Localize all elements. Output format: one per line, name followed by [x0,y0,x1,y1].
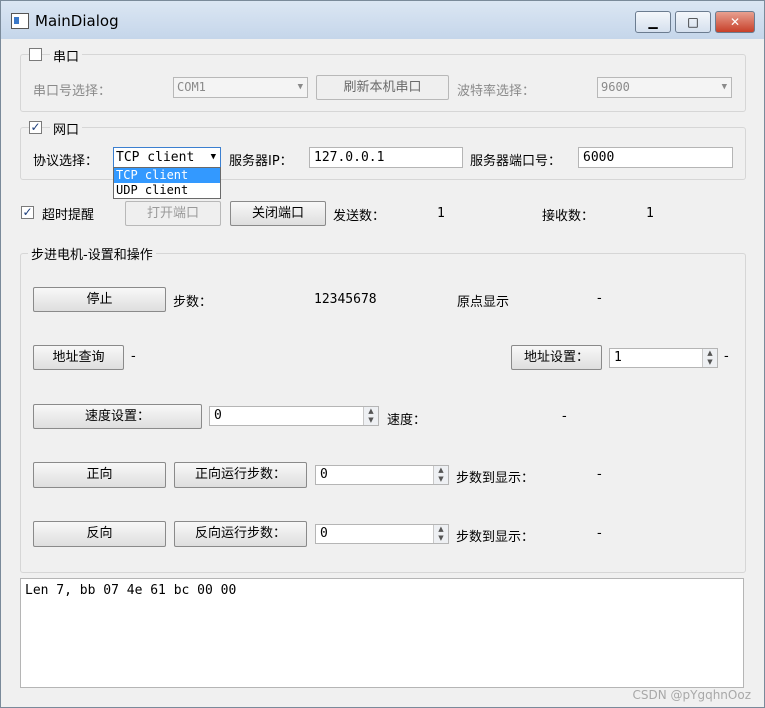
server-ip-field[interactable]: 127.0.0.1 [309,147,463,168]
reverse-steps-spinbox[interactable]: 0 ▲ ▼ [315,524,449,544]
addr-query-button[interactable]: 地址查询 [33,345,124,370]
forward-reach-label: 步数到显示： [456,471,535,486]
server-ip-label: 服务器IP： [229,154,293,169]
speed-value: - [562,409,567,424]
forward-steps-spinbox[interactable]: 0 ▲ ▼ [315,465,449,485]
recv-count-label: 接收数： [542,209,595,224]
baud-rate-select[interactable]: 9600 ▼ [597,77,732,98]
origin-label: 原点显示 [457,295,510,310]
chevron-down-icon: ▼ [210,152,216,162]
spin-down-icon[interactable]: ▼ [434,534,448,543]
motor-group-title: 步进电机-设置和操作 [28,244,156,263]
forward-steps-button[interactable]: 正向运行步数： [174,462,307,488]
window-title: MainDialog [35,12,119,30]
origin-value: - [597,291,602,306]
serial-port-select[interactable]: COM1 ▼ [173,77,308,98]
reverse-steps-button[interactable]: 反向运行步数： [174,521,307,547]
spin-up-icon[interactable]: ▲ [364,407,378,416]
spin-up-icon[interactable]: ▲ [703,349,717,358]
addr-query-value: - [131,349,136,364]
chevron-down-icon: ▼ [297,82,303,92]
serial-checkbox-label: 串口 [50,46,83,65]
forward-reach-value: - [597,467,602,482]
close-icon: ✕ [729,15,741,29]
protocol-option-tcp[interactable]: TCP client [114,168,220,183]
close-port-button[interactable]: 关闭端口 [230,201,326,226]
serial-checkbox[interactable] [29,48,42,61]
speed-label: 速度： [387,413,427,428]
protocol-label: 协议选择： [33,154,99,169]
refresh-ports-button[interactable]: 刷新本机串口 [316,75,449,100]
recv-count-value: 1 [646,206,654,221]
steps-label: 步数： [173,295,213,310]
steps-value: 12345678 [314,292,377,307]
maximize-button[interactable]: □ [675,11,711,33]
serial-port-label: 串口号选择： [33,84,112,99]
server-port-label: 服务器端口号： [470,154,562,169]
reverse-reach-value: - [597,526,602,541]
open-port-button[interactable]: 打开端口 [125,201,221,226]
protocol-select[interactable]: TCP client ▼ [113,147,221,168]
forward-button[interactable]: 正向 [33,462,166,488]
spin-down-icon[interactable]: ▼ [703,358,717,367]
send-count-label: 发送数： [333,209,386,224]
minimize-icon: ▁ [648,15,658,29]
reverse-button[interactable]: 反向 [33,521,166,547]
watermark: CSDN @pYgqhnOoz [632,688,751,702]
addr-set-button[interactable]: 地址设置： [511,345,602,370]
log-textarea[interactable]: Len 7, bb 07 4e 61 bc 00 00 [20,578,744,688]
addr-set-spinbox[interactable]: 1 ▲ ▼ [609,348,718,368]
baud-rate-label: 波特率选择： [457,84,536,99]
protocol-dropdown-list: TCP client UDP client [113,167,221,199]
maximize-icon: □ [687,15,699,29]
app-icon [11,13,29,29]
close-button[interactable]: ✕ [715,11,755,33]
reverse-reach-label: 步数到显示： [456,530,535,545]
send-count-value: 1 [437,206,445,221]
spin-down-icon[interactable]: ▼ [364,416,378,425]
protocol-option-udp[interactable]: UDP client [114,183,220,198]
network-checkbox[interactable]: ✓ [29,121,42,134]
title-bar[interactable]: MainDialog ▁ □ ✕ [1,1,764,39]
timeout-checkbox[interactable]: ✓ [21,206,34,219]
network-checkbox-label: 网口 [50,119,83,138]
spin-down-icon[interactable]: ▼ [434,475,448,484]
spin-up-icon[interactable]: ▲ [434,525,448,534]
minimize-button[interactable]: ▁ [635,11,671,33]
server-port-field[interactable]: 6000 [578,147,733,168]
chevron-down-icon: ▼ [721,82,727,92]
speed-set-spinbox[interactable]: 0 ▲ ▼ [209,406,379,426]
stop-button[interactable]: 停止 [33,287,166,312]
addr-set-result: - [724,349,729,364]
spin-up-icon[interactable]: ▲ [434,466,448,475]
speed-set-button[interactable]: 速度设置： [33,404,202,429]
log-text: Len 7, bb 07 4e 61 bc 00 00 [25,583,237,598]
timeout-label: 超时提醒 [42,208,95,223]
